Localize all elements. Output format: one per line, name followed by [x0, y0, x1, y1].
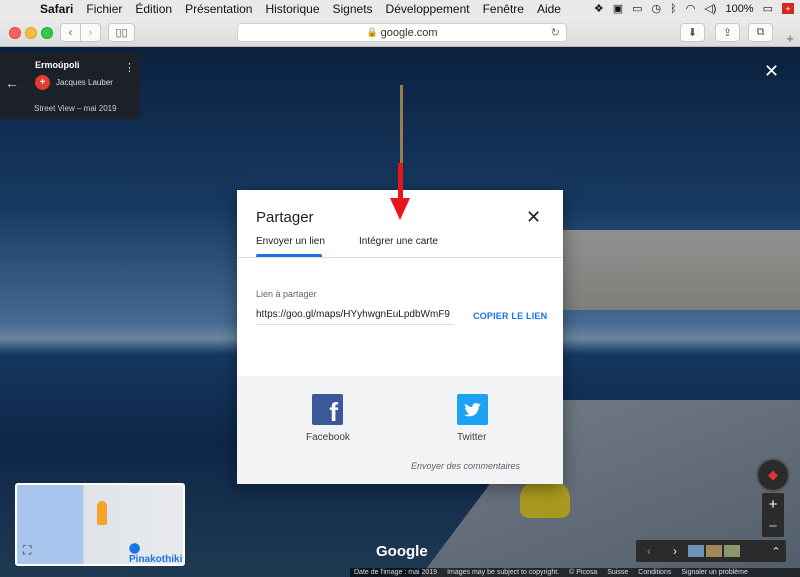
sidebar-toggle-button[interactable]: ▯▯: [108, 23, 135, 42]
menu-presentation[interactable]: Présentation: [185, 2, 252, 16]
window-close-button[interactable]: [9, 27, 21, 39]
footer-image-date: Date de l'image : mai 2019: [354, 569, 438, 576]
map-footer: Date de l'image : mai 2019 Images may be…: [350, 568, 800, 577]
annotation-arrow-shaft: [398, 163, 403, 200]
battery-percent[interactable]: 100%: [725, 3, 753, 15]
photo-filmstrip: ‹ › ⌃: [636, 540, 786, 562]
tab-embed-map[interactable]: Intégrer une carte: [359, 236, 438, 247]
share-button[interactable]: ⇪: [715, 23, 740, 42]
address-bar[interactable]: 🔒 google.com ↻: [237, 23, 567, 42]
tab-divider: [237, 257, 563, 258]
zoom-out-button[interactable]: −: [762, 515, 784, 537]
google-logo: Google: [376, 543, 428, 560]
back-button[interactable]: ‹: [60, 23, 81, 42]
fullscreen-icon[interactable]: ⛶: [23, 543, 31, 558]
chevron-right-icon: ›: [88, 26, 93, 39]
menu-fichier[interactable]: Fichier: [86, 2, 122, 16]
compass-icon[interactable]: ◆: [756, 458, 790, 492]
zoom-in-button[interactable]: +: [762, 493, 784, 515]
more-vert-icon[interactable]: ⋮: [124, 61, 135, 74]
footer-picosa: © Picosa: [569, 569, 598, 576]
lock-icon: 🔒: [366, 27, 378, 37]
thumbnail[interactable]: [724, 545, 740, 557]
menu-signets[interactable]: Signets: [333, 2, 373, 16]
window-minimize-button[interactable]: [25, 27, 37, 39]
wifi-icon[interactable]: ◠: [686, 2, 696, 15]
send-feedback-link[interactable]: Envoyer des commentaires: [411, 461, 520, 471]
minimap-poi[interactable]: ⬤ Pinakothiki: [129, 543, 183, 565]
author-avatar[interactable]: +: [35, 75, 50, 90]
pegman-icon[interactable]: [97, 501, 107, 525]
minimap[interactable]: ⬤ Pinakothiki ⛶: [15, 483, 185, 566]
chevron-up-icon[interactable]: ⌃: [766, 545, 786, 558]
bluetooth-icon[interactable]: ᛒ: [670, 3, 677, 15]
facebook-icon[interactable]: f: [312, 394, 343, 425]
chevron-left-icon[interactable]: ‹: [636, 544, 662, 558]
author-name[interactable]: Jacques Lauber: [56, 78, 113, 87]
facebook-label[interactable]: Facebook: [306, 432, 350, 443]
downloads-button[interactable]: ⬇: [680, 23, 705, 42]
volume-icon[interactable]: ◁): [704, 2, 716, 15]
forward-button[interactable]: ›: [80, 23, 101, 42]
menu-bar: Safari Fichier Édition Présentation Hist…: [0, 0, 800, 17]
window-zoom-button[interactable]: [41, 27, 53, 39]
new-tab-button[interactable]: +: [780, 30, 800, 46]
menu-app-safari[interactable]: Safari: [40, 2, 73, 16]
social-share-area: f Facebook Twitter Envoyer des commentai…: [237, 376, 563, 484]
footer-terms[interactable]: Conditions: [638, 569, 671, 576]
reload-icon[interactable]: ↻: [551, 26, 560, 39]
close-icon[interactable]: ✕: [526, 207, 541, 228]
sidebar-icon: ▯▯: [115, 27, 128, 39]
menu-aide[interactable]: Aide: [537, 2, 561, 16]
swiss-flag-icon[interactable]: +: [782, 3, 794, 14]
place-name[interactable]: Ermoúpoli: [35, 60, 80, 70]
dialog-title: Partager: [256, 209, 314, 226]
menu-edition[interactable]: Édition: [135, 2, 172, 16]
share-link-field[interactable]: https://goo.gl/maps/HYyhwgnEuLpdbWmF9: [256, 309, 454, 325]
capture-date: Street View – mai 2019: [34, 104, 117, 113]
annotation-arrow-head: [390, 198, 410, 220]
footer-copyright: Images may be subject to copyright.: [447, 569, 560, 576]
time-machine-icon[interactable]: ◷: [652, 2, 662, 15]
menu-bar-extras: ❖ ▣ ▭ ◷ ᛒ ◠ ◁) 100% ▭ +: [594, 0, 794, 17]
share-dialog: Partager ✕ Envoyer un lien Intégrer une …: [237, 190, 563, 484]
footer-report[interactable]: Signaler un problème: [681, 569, 748, 576]
menu-historique[interactable]: Historique: [265, 2, 319, 16]
tab-overview-button[interactable]: ⧉: [748, 23, 773, 42]
twitter-bird-icon: [464, 403, 481, 417]
browser-toolbar: ‹ › ▯▯ 🔒 google.com ↻ ⬇ ⇪ ⧉: [0, 17, 800, 47]
menu-fenetre[interactable]: Fenêtre: [483, 2, 524, 16]
share-icon: ⇪: [722, 27, 733, 39]
tabs-icon: ⧉: [756, 26, 765, 38]
menu-developpement[interactable]: Développement: [386, 2, 470, 16]
link-field-label: Lien à partager: [256, 289, 317, 299]
street-view-info-card: ← Ermoúpoli + Jacques Lauber ⋮ Street Vi…: [0, 53, 140, 119]
screen-icon[interactable]: ▣: [613, 2, 623, 15]
address-text: google.com: [380, 26, 438, 39]
chevron-left-icon: ‹: [68, 26, 73, 39]
tab-send-link[interactable]: Envoyer un lien: [256, 236, 325, 247]
thumbnail[interactable]: [706, 545, 722, 557]
twitter-icon[interactable]: [457, 394, 488, 425]
airplay-icon[interactable]: ▭: [632, 2, 642, 15]
footer-country[interactable]: Suisse: [607, 569, 628, 576]
copy-link-button[interactable]: COPIER LE LIEN: [473, 311, 547, 321]
twitter-label[interactable]: Twitter: [457, 432, 486, 443]
arrow-left-icon[interactable]: ←: [5, 75, 19, 91]
chevron-right-icon[interactable]: ›: [662, 544, 688, 558]
dropbox-icon[interactable]: ❖: [594, 2, 604, 15]
thumbnail[interactable]: [688, 545, 704, 557]
battery-icon[interactable]: ▭: [763, 2, 773, 15]
download-icon: ⬇: [687, 27, 698, 39]
close-street-view-icon[interactable]: ✕: [764, 61, 779, 82]
minimap-poi-label: Pinakothiki: [129, 554, 183, 565]
